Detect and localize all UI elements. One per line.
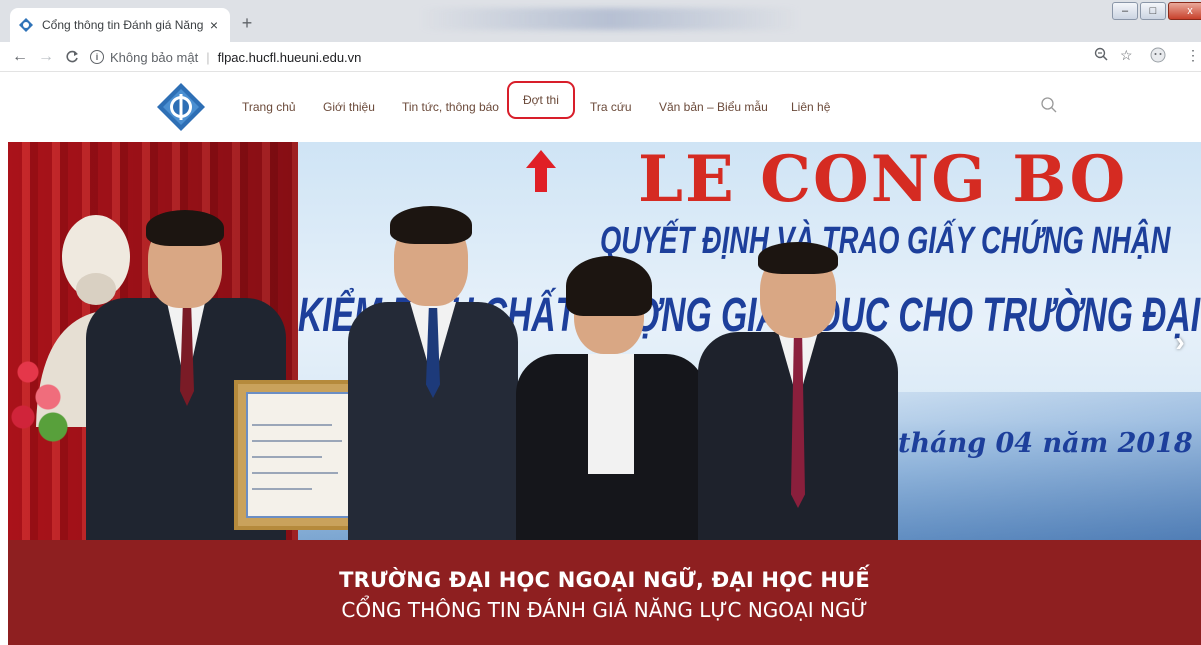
site-footer-banner: TRƯỜNG ĐẠI HỌC NGOẠI NGỮ, ĐẠI HỌC HUẾ CỔ… — [8, 540, 1201, 645]
new-tab-button[interactable]: + — [236, 12, 258, 34]
minimize-button[interactable]: – — [1112, 2, 1138, 20]
address-bar[interactable]: i Không bảo mật | flpac.hucfl.hueuni.edu… — [90, 46, 1110, 68]
tab-title: Cổng thông tin Đánh giá Năng lự — [42, 18, 206, 32]
person-3-image — [516, 242, 706, 540]
hero-slider: LE CONG BO QUYẾT ĐỊNH VÀ TRAO GIẤY CHỨNG… — [8, 142, 1201, 540]
profile-icon[interactable] — [1150, 47, 1166, 66]
forward-icon[interactable]: → — [36, 47, 56, 67]
menu-dots-icon[interactable]: ⋮ — [1186, 47, 1200, 64]
search-icon[interactable] — [1040, 96, 1058, 114]
window-controls: – □ x — [1110, 2, 1201, 20]
security-label: Không bảo mật — [110, 49, 199, 65]
info-icon[interactable]: i — [90, 50, 104, 64]
slider-next-arrow-icon[interactable]: › — [1168, 328, 1192, 356]
university-name: TRƯỜNG ĐẠI HỌC NGOẠI NGỮ, ĐẠI HỌC HUẾ — [339, 568, 870, 592]
banner-title: LE CONG BO — [638, 142, 1128, 217]
back-icon[interactable]: ← — [10, 47, 30, 67]
nav-item-contact[interactable]: Liên hệ — [791, 100, 830, 114]
certificate-frame-image — [234, 380, 364, 530]
tab-favicon-icon — [19, 18, 33, 32]
person-4-image — [698, 232, 898, 540]
portal-name: CỔNG THÔNG TIN ĐÁNH GIÁ NĂNG LỰC NGOẠI N… — [341, 598, 868, 622]
reload-icon[interactable] — [62, 47, 82, 67]
nav-item-news[interactable]: Tin tức, thông báo — [402, 100, 499, 114]
nav-item-exam-session[interactable]: Đợt thi — [507, 81, 575, 119]
zoom-icon[interactable] — [1094, 47, 1108, 64]
site-header: Trang chủ Giới thiệu Tin tức, thông báo … — [0, 72, 1201, 142]
banner-date: tháng 04 năm 2018 — [898, 428, 1193, 459]
site-logo-icon[interactable] — [156, 82, 206, 132]
maximize-button[interactable]: □ — [1140, 2, 1166, 20]
nav-item-home[interactable]: Trang chủ — [242, 100, 296, 114]
browser-toolbar: ← → i Không bảo mật | flpac.hucfl.hueuni… — [0, 42, 1201, 72]
nav-item-lookup[interactable]: Tra cứu — [590, 100, 632, 114]
url-text: flpac.hucfl.hueuni.edu.vn — [217, 49, 362, 65]
annotation-arrow-icon — [526, 150, 556, 192]
browser-tab[interactable]: Cổng thông tin Đánh giá Năng lự × — [10, 8, 230, 42]
star-icon[interactable]: ☆ — [1120, 47, 1133, 64]
browser-tabstrip: Cổng thông tin Đánh giá Năng lự × + – □ … — [0, 0, 1201, 42]
flowers-image — [8, 352, 68, 442]
close-window-button[interactable]: x — [1168, 2, 1201, 20]
blurred-window-title — [420, 8, 800, 30]
nav-item-about[interactable]: Giới thiệu — [323, 100, 375, 114]
address-separator: | — [206, 49, 210, 65]
person-2-image — [348, 202, 518, 540]
tab-close-icon[interactable]: × — [206, 17, 222, 33]
nav-item-documents[interactable]: Văn bản – Biểu mẫu — [659, 100, 768, 114]
